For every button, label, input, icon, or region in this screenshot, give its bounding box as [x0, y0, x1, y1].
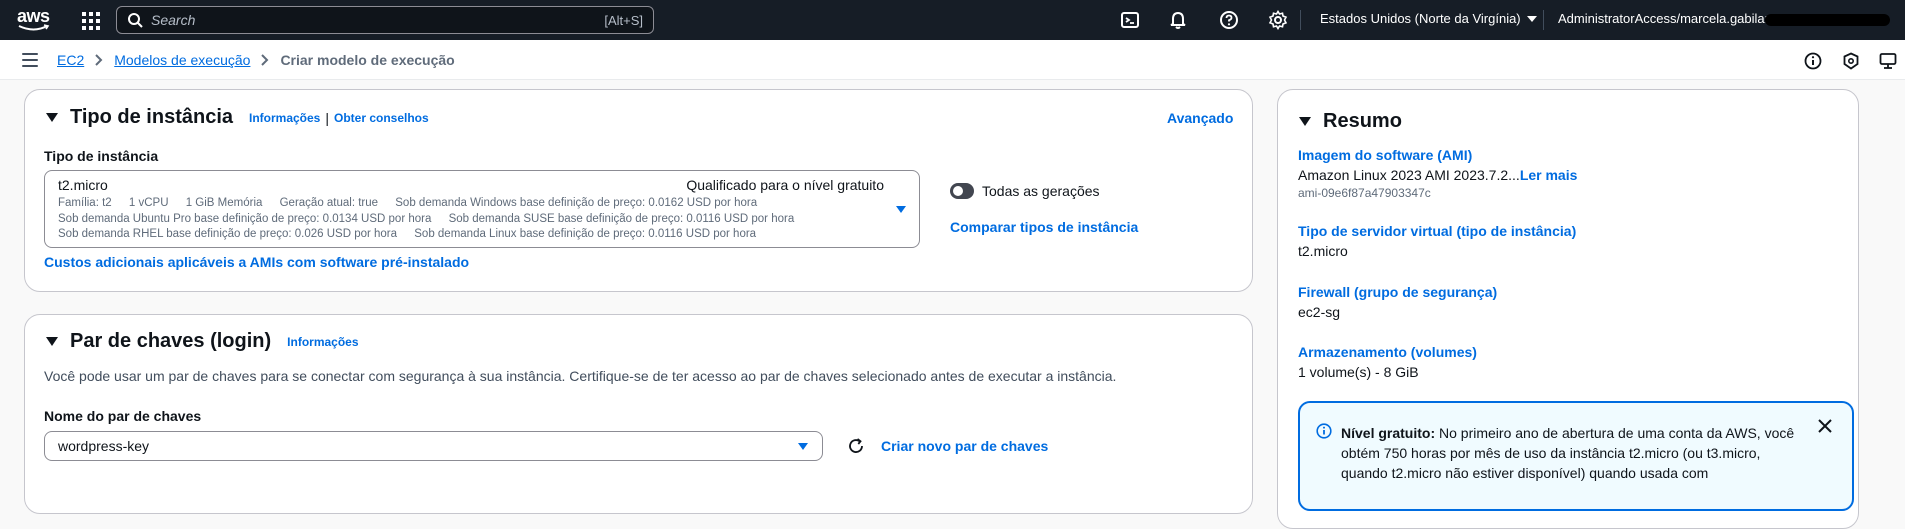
section-title: Par de chaves (login)	[70, 330, 272, 352]
section-title: Tipo de instância	[70, 106, 233, 128]
aws-logo-text: aws	[17, 6, 50, 26]
region-selector[interactable]: Estados Unidos (Norte da Virgínia)	[1320, 11, 1537, 26]
dropdown-arrow-icon	[896, 206, 906, 213]
spec-price-ubuntu: Sob demanda Ubuntu Pro base definição de…	[58, 213, 432, 225]
spec-price-linux: Sob demanda Linux base definição de preç…	[414, 228, 757, 240]
spec-family: Família: t2	[58, 197, 112, 209]
refresh-icon[interactable]	[847, 437, 865, 455]
summary-header[interactable]: Resumo	[1299, 110, 1402, 133]
spec-vcpu: 1 vCPU	[128, 197, 169, 209]
instance-specs-line: Sob demanda Ubuntu Pro base definição de…	[58, 213, 808, 225]
read-more-link[interactable]: Ler mais	[1520, 167, 1578, 183]
instance-name: t2.micro	[58, 177, 108, 193]
toggle-label: Todas as gerações	[982, 183, 1100, 199]
key-pair-select[interactable]: wordpress-key	[44, 431, 823, 461]
spec-price-rhel: Sob demanda RHEL base definição de preço…	[58, 228, 398, 240]
key-pair-value: wordpress-key	[58, 438, 150, 454]
spec-memory: 1 GiB Memória	[185, 197, 263, 209]
collapse-caret-icon[interactable]	[1299, 117, 1311, 126]
key-pair-description: Você pode usar um par de chaves para se …	[44, 368, 1117, 384]
instance-specs-line: Família: t2 1 vCPU 1 GiB Memória Geração…	[58, 197, 771, 209]
instance-type-select[interactable]: t2.micro Qualificado para o nível gratui…	[44, 170, 920, 248]
chevron-right-icon	[95, 54, 103, 66]
menu-icon[interactable]	[22, 53, 38, 67]
shield-icon[interactable]	[1842, 52, 1860, 70]
help-icon[interactable]	[1219, 10, 1239, 30]
nav-divider	[1543, 10, 1544, 30]
breadcrumb-bar: EC2 Modelos de execução Criar modelo de …	[0, 40, 1905, 80]
key-pair-header[interactable]: Par de chaves (login) Informações	[46, 330, 359, 353]
ami-link[interactable]: Imagem do software (AMI)	[1298, 147, 1472, 163]
close-icon[interactable]	[1818, 419, 1832, 433]
dropdown-arrow-icon	[798, 443, 808, 450]
alert-message: Nível gratuito: No primeiro ano de abert…	[1341, 423, 1811, 483]
free-tier-badge: Qualificado para o nível gratuito	[686, 177, 884, 193]
nav-divider	[1300, 10, 1301, 30]
account-menu[interactable]: AdministratorAccess/marcela.gabilan	[1558, 11, 1772, 26]
gear-icon[interactable]	[1268, 10, 1288, 30]
ami-id: ami-09e6f87a47903347c	[1298, 186, 1431, 200]
firewall-summary-value: ec2-sg	[1298, 304, 1341, 320]
breadcrumb-ec2[interactable]: EC2	[57, 52, 84, 68]
firewall-summary-link[interactable]: Firewall (grupo de segurança)	[1298, 284, 1497, 300]
ami-value: Amazon Linux 2023 AMI 2023.7.2...	[1298, 167, 1520, 183]
summary-title: Resumo	[1323, 110, 1402, 132]
collapse-caret-icon[interactable]	[46, 113, 58, 122]
search-input[interactable]	[151, 12, 605, 28]
free-tier-alert: Nível gratuito: No primeiro ano de abert…	[1298, 401, 1854, 511]
aws-logo[interactable]: aws	[17, 7, 51, 33]
cloudshell-icon[interactable]	[1120, 10, 1140, 30]
search-bar[interactable]: [Alt+S]	[116, 6, 654, 34]
storage-summary-link[interactable]: Armazenamento (volumes)	[1298, 344, 1477, 360]
aws-smile-icon	[18, 24, 50, 31]
info-icon[interactable]	[1804, 52, 1822, 70]
instance-type-header[interactable]: Tipo de instância Informações | Obter co…	[46, 106, 429, 129]
chevron-right-icon	[261, 54, 269, 66]
feedback-icon[interactable]	[1879, 52, 1897, 70]
search-icon	[128, 13, 143, 28]
additional-costs-link[interactable]: Custos adicionais aplicáveis a AMIs com …	[44, 254, 469, 270]
spec-price-windows: Sob demanda Windows base definição de pr…	[395, 197, 758, 209]
region-label: Estados Unidos (Norte da Virgínia)	[1320, 11, 1521, 26]
instance-type-label: Tipo de instância	[44, 148, 159, 164]
create-key-pair-link[interactable]: Criar novo par de chaves	[881, 438, 1048, 454]
alert-title: Nível gratuito:	[1341, 425, 1436, 441]
instance-type-summary-value: t2.micro	[1298, 243, 1348, 259]
caret-down-icon	[1526, 15, 1537, 22]
link-divider: |	[325, 109, 329, 126]
info-icon	[1316, 423, 1332, 439]
instance-type-summary-link[interactable]: Tipo de servidor virtual (tipo de instân…	[1298, 223, 1576, 239]
redacted-account-id	[1765, 14, 1890, 26]
collapse-caret-icon[interactable]	[46, 337, 58, 346]
instance-specs-line: Sob demanda RHEL base definição de preço…	[58, 228, 770, 240]
advice-link[interactable]: Obter conselhos	[334, 111, 429, 125]
search-shortcut: [Alt+S]	[604, 12, 643, 28]
advanced-link[interactable]: Avançado	[1167, 110, 1233, 126]
top-navigation: aws [Alt+S] Estados Unidos (Norte da Vir…	[0, 0, 1905, 40]
storage-summary-value: 1 volume(s) - 8 GiB	[1298, 364, 1419, 380]
breadcrumb-current: Criar modelo de execução	[280, 52, 455, 68]
breadcrumb-launch-templates[interactable]: Modelos de execução	[114, 52, 250, 68]
info-link[interactable]: Informações	[287, 335, 358, 349]
breadcrumb: EC2 Modelos de execução Criar modelo de …	[57, 52, 455, 68]
ami-value-row: Amazon Linux 2023 AMI 2023.7.2...Ler mai…	[1298, 167, 1577, 183]
bell-icon[interactable]	[1168, 10, 1188, 30]
compare-instance-types-link[interactable]: Comparar tipos de instância	[950, 219, 1138, 235]
spec-generation: Geração atual: true	[279, 197, 379, 209]
services-grid-icon[interactable]	[80, 10, 100, 30]
all-generations-toggle[interactable]	[950, 183, 974, 199]
info-link[interactable]: Informações	[249, 111, 320, 125]
key-pair-name-label: Nome do par de chaves	[44, 408, 202, 424]
spec-price-suse: Sob demanda SUSE base definição de preço…	[448, 213, 795, 225]
